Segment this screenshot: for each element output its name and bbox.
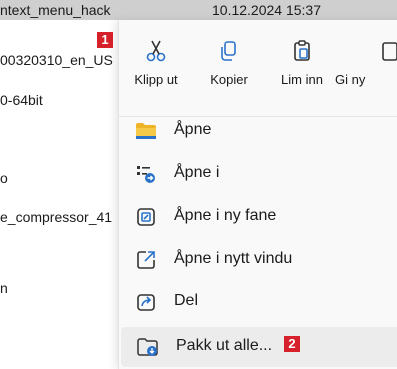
rename-icon <box>382 42 397 61</box>
cut-button[interactable]: Klipp ut <box>121 38 191 87</box>
file-row[interactable]: 00320310_en_US <box>0 52 113 68</box>
file-row[interactable]: e_compressor_41 <box>0 209 112 225</box>
copy-button[interactable]: Kopier <box>194 38 264 87</box>
file-name: ntext_menu_hack <box>0 2 111 18</box>
copy-label: Kopier <box>210 72 248 87</box>
menu-item-label: Del <box>174 292 199 309</box>
annotation-badge-1: 1 <box>97 32 113 48</box>
menu-item-label: Åpne <box>174 121 212 138</box>
paste-button[interactable]: Lim inn <box>267 38 337 87</box>
annotation-badge-2: 2 <box>284 336 300 352</box>
explorer-header-row[interactable]: ntext_menu_hack 10.12.2024 15:37 <box>0 0 397 20</box>
open-with-icon <box>137 166 155 183</box>
rename-label: Gi ny <box>335 72 366 87</box>
menu-item-extract-all[interactable]: Pakk ut alle... <box>121 327 397 367</box>
file-row[interactable]: o <box>0 170 8 186</box>
rename-button[interactable]: Gi ny <box>335 38 397 87</box>
share-icon <box>137 294 155 311</box>
menu-item-open-with[interactable]: Åpne i <box>119 154 397 194</box>
menu-item-label: Pakk ut alle... <box>176 337 273 354</box>
file-row[interactable]: n <box>0 280 8 296</box>
menu-item-open-new-window[interactable]: Åpne i nytt vindu <box>119 240 397 280</box>
new-window-icon <box>137 251 155 269</box>
menu-item-open[interactable]: Åpne <box>119 111 397 151</box>
scissors-icon <box>146 40 166 62</box>
new-tab-icon <box>137 208 155 226</box>
paste-label: Lim inn <box>281 72 323 87</box>
menu-item-share[interactable]: Del <box>119 282 397 322</box>
extract-icon <box>137 338 158 356</box>
menu-item-label: Åpne i <box>174 164 220 181</box>
context-menu: Klipp ut Kopier Lim inn Gi ny Åpne Åpne … <box>118 20 397 369</box>
menu-item-label: Åpne i nytt vindu <box>174 250 293 267</box>
copy-icon <box>221 41 236 61</box>
menu-item-open-new-tab[interactable]: Åpne i ny fane <box>119 197 397 237</box>
file-date: 10.12.2024 15:37 <box>212 2 321 18</box>
folder-icon <box>136 123 156 139</box>
paste-icon <box>294 40 310 61</box>
file-row[interactable]: 0-64bit <box>0 92 43 108</box>
cut-label: Klipp ut <box>134 72 178 87</box>
menu-item-label: Åpne i ny fane <box>174 207 277 224</box>
